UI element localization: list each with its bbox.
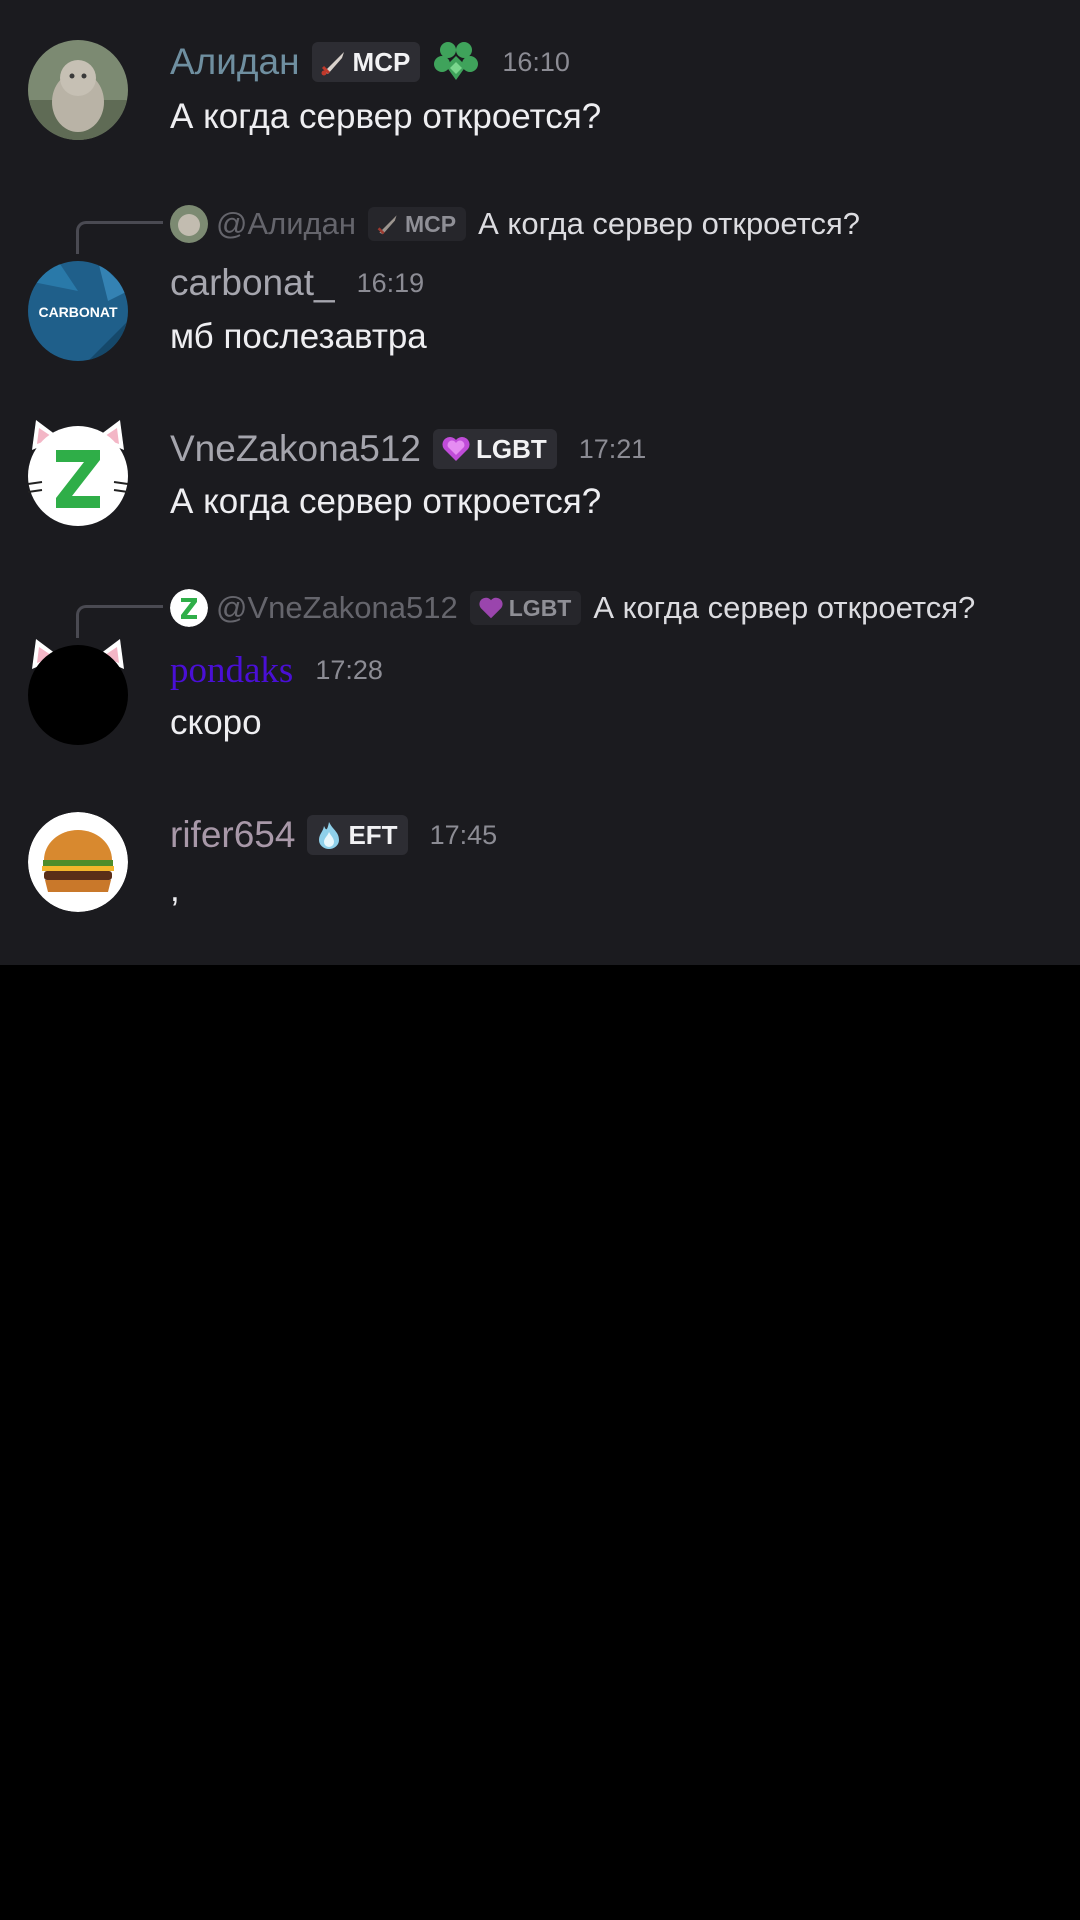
badge-label: MCP <box>352 46 411 77</box>
avatar-text: CARBONAT <box>38 304 118 320</box>
badge-label: MCP <box>405 210 457 237</box>
chat-panel: Алидан MCP 16:10 А когда сервер откроетс… <box>0 0 1080 965</box>
username[interactable]: VneZakona512 <box>170 428 421 470</box>
role-badge[interactable]: LGBT <box>432 429 557 469</box>
username[interactable]: rifer654 <box>170 814 295 856</box>
message-text: А когда сервер откроется? <box>170 97 602 136</box>
reply-spine <box>76 221 163 254</box>
avatar[interactable] <box>28 40 128 140</box>
reply-avatar <box>170 589 208 627</box>
flame-icon <box>319 822 340 849</box>
badge-label: LGBT <box>508 594 572 621</box>
timestamp: 17:45 <box>429 819 498 850</box>
message-text: А когда сервер откроется? <box>170 482 602 521</box>
message-text: скоро <box>170 703 262 742</box>
reply-username[interactable]: @Алидан <box>216 206 356 242</box>
heart-icon <box>479 597 503 619</box>
role-badge[interactable]: EFT <box>307 815 408 855</box>
reply-username[interactable]: @VneZakona512 <box>216 590 458 626</box>
reply-text: А когда сервер откроется? <box>593 590 976 625</box>
avatar[interactable] <box>28 639 128 745</box>
avatar[interactable] <box>28 812 128 912</box>
sword-icon <box>321 52 344 76</box>
reply-badge: MCP <box>368 207 467 241</box>
message-text: , <box>170 870 180 909</box>
avatar[interactable]: CARBONAT <box>28 261 128 361</box>
green-heart-icon <box>434 42 479 80</box>
message-text: мб послезавтра <box>170 317 427 356</box>
reply-preview[interactable]: @VneZakona512 LGBT А когда сервер открое… <box>170 586 975 630</box>
reply-spine <box>76 605 163 638</box>
reply-text: А когда сервер откроется? <box>478 206 861 241</box>
timestamp: 16:19 <box>356 267 425 298</box>
sword-icon <box>377 215 397 235</box>
timestamp: 16:10 <box>502 46 570 77</box>
timestamp: 17:21 <box>578 433 647 464</box>
reply-preview[interactable]: @Алидан MCP А когда сервер откроется? <box>170 202 860 246</box>
badge-label: EFT <box>348 819 398 850</box>
username[interactable]: carbonat_ <box>170 262 335 304</box>
username[interactable]: pondaks <box>170 649 293 692</box>
reply-badge: LGBT <box>469 591 582 625</box>
username[interactable]: Алидан <box>170 41 300 83</box>
timestamp: 17:28 <box>315 654 383 685</box>
role-badge[interactable]: MCP <box>311 42 421 82</box>
avatar[interactable] <box>28 420 128 526</box>
reply-avatar <box>170 205 208 243</box>
heart-icon <box>442 437 470 461</box>
badge-label: LGBT <box>475 433 547 464</box>
